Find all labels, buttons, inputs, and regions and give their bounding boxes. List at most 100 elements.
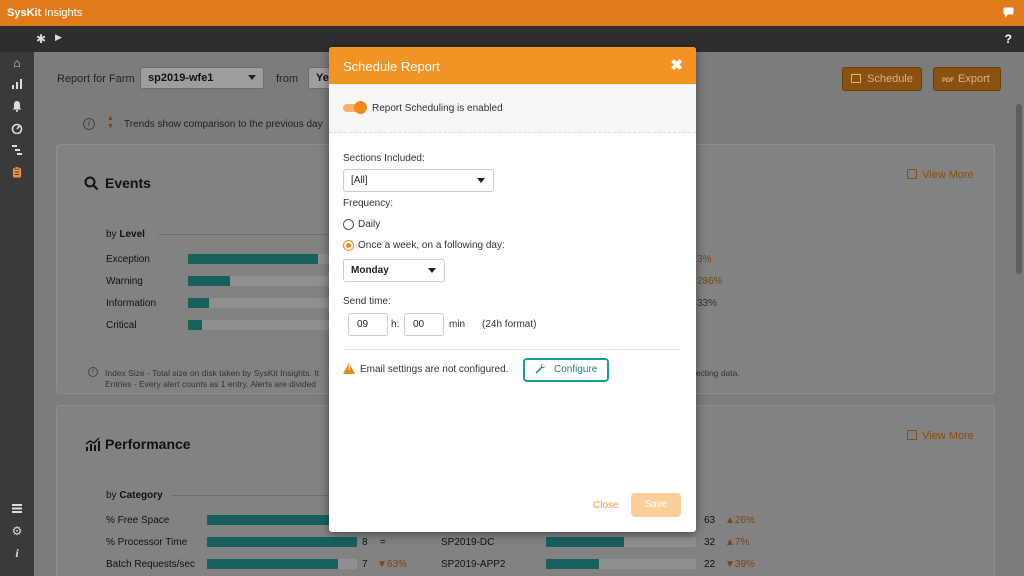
divider [172,495,328,496]
by-level-heading: by Level [106,229,145,240]
category-bar-fill [207,515,330,525]
sections-label: Sections Included: [343,153,425,164]
chevron-down-icon [428,268,436,273]
level-label-exception: Exception [106,254,150,265]
warning-icon: ! [343,363,355,374]
list-icon[interactable] [0,502,34,517]
export-button[interactable]: PDF Export [933,67,1001,91]
performance-title: Performance [105,436,191,452]
level-trend-information: 33% [697,298,718,309]
category-bar-fill [207,559,338,569]
level-bar-fill [188,254,318,264]
home-icon[interactable]: ⌂ [0,56,34,70]
export-button-label: Export [958,73,990,85]
by-category-heading: by Category [106,490,163,501]
server-value: 22 [704,559,716,570]
day-select-value: Monday [351,265,389,276]
info-circle-icon: i [88,367,98,377]
time-format-note: (24h format) [482,319,537,330]
configure-button[interactable]: Configure [523,358,609,382]
category-value: 8 [362,537,368,548]
events-view-more-link[interactable]: View More [922,169,974,181]
entries-note: Entries - Every alert counts as 1 entry.… [105,379,317,389]
level-trend-warning: 286% [697,276,723,287]
level-bar-fill [188,276,231,286]
frequency-label: Frequency: [343,198,394,209]
trends-note: Trends show comparison to the previous d… [124,119,323,130]
configure-button-label: Configure [554,364,598,375]
wrench-icon [534,363,546,378]
level-bar-information [188,298,329,308]
category-trend: = [380,537,386,548]
search-icon [84,176,99,194]
events-title: Events [105,175,151,191]
performance-view-more-link[interactable]: View More [922,430,974,442]
performance-chart-icon [85,437,101,455]
category-bar-processor-time [207,537,357,547]
gear-icon[interactable]: ⚙ [0,524,34,538]
level-label-information: Information [106,298,157,309]
calendar-icon [851,74,861,83]
clipboard-icon[interactable] [0,166,34,181]
hours-suffix: h: [391,319,400,330]
server-bar-fill [546,537,624,547]
schedule-button-label: Schedule [867,73,913,85]
report-for-label: Report for Farm [57,73,135,85]
page-scrollbar[interactable] [1016,104,1022,274]
pin-icon[interactable]: ✱ [36,32,46,46]
bell-icon[interactable] [0,100,34,115]
level-label-warning: Warning [106,276,143,287]
level-bar-critical [188,320,329,330]
save-button[interactable]: Save [631,493,681,517]
minutes-input[interactable]: 00 [404,313,444,336]
level-trend-exception: 3% [697,254,712,265]
gauge-icon[interactable] [0,122,34,137]
minutes-suffix: min [449,319,466,330]
close-icon[interactable]: ✖ [670,56,683,74]
schedule-button[interactable]: Schedule [842,67,922,91]
category-label-processor-time: % Processor Time [106,537,188,548]
scheduling-toggle[interactable] [343,101,367,114]
chat-icon[interactable] [1003,7,1014,21]
day-select[interactable]: Monday [343,259,445,282]
farm-select[interactable]: sp2019-wfe1 [140,67,264,89]
server-trend: ▼39% [725,559,755,570]
scheduling-status-band: Report Scheduling is enabled [329,84,696,133]
app-brand: SysKit Insights [7,7,83,19]
server-bar [546,559,696,569]
send-time-label: Send time: [343,296,391,307]
level-bar-warning [188,276,329,286]
server-name: SP2019-APP2 [441,559,506,570]
dialog-title: Schedule Report [343,59,440,74]
hierarchy-icon[interactable] [0,144,34,159]
external-link-icon [907,430,917,440]
sections-select[interactable]: [All] [343,169,494,192]
level-bar-fill [188,320,203,330]
farm-select-value: sp2019-wfe1 [148,72,214,84]
info-icon[interactable]: i [0,546,34,561]
category-value: 7 [362,559,368,570]
expand-arrow-icon[interactable]: ▶ [55,32,62,43]
toggle-knob [354,101,367,114]
server-value: 63 [704,515,716,526]
from-label: from [276,73,298,85]
side-navigation: ⌂ ⚙ i [0,52,34,576]
hours-input[interactable]: 09 [348,313,388,336]
sections-select-value: [All] [351,175,368,186]
server-bar-fill [546,559,599,569]
server-trend: ▲26% [725,515,755,526]
daily-radio[interactable] [343,219,354,230]
chart-icon[interactable] [0,78,34,93]
server-name: SP2019-DC [441,537,495,548]
close-button[interactable]: Close [593,500,619,511]
weekly-radio[interactable] [343,240,354,251]
pdf-icon: PDF [942,78,954,84]
chevron-down-icon [477,178,485,183]
level-bar-fill [188,298,210,308]
level-bar-exception [188,254,329,264]
help-icon[interactable]: ? [1005,32,1012,46]
category-label-free-space: % Free Space [106,515,170,526]
index-size-note: Index Size - Total size on disk taken by… [105,368,319,378]
divider [343,349,681,350]
chevron-down-icon [248,75,256,80]
